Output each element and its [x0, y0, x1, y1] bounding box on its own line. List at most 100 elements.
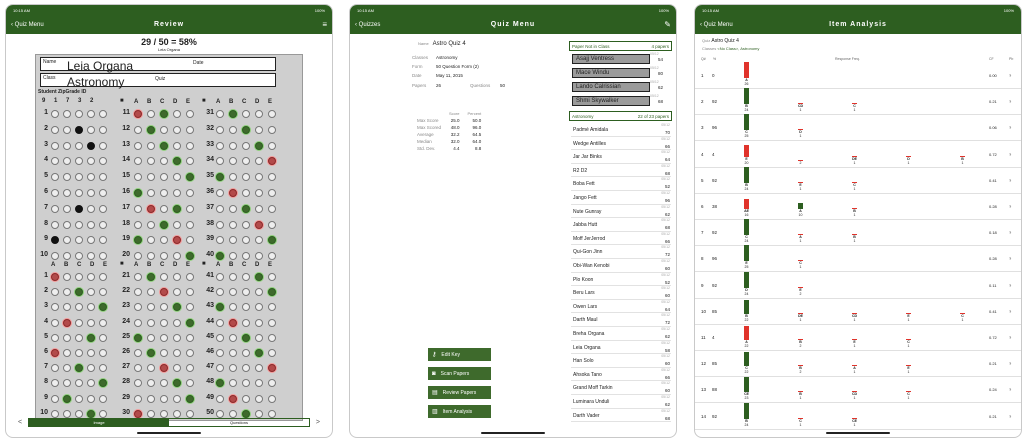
review-papers-button[interactable]: ▤ Review Papers: [428, 386, 491, 399]
guest-paper-button[interactable]: Asajj Ventress: [572, 54, 650, 64]
student-row[interactable]: Obi-Wan Kenobi 05/12 60: [571, 259, 671, 273]
response-count: 1: [853, 186, 856, 191]
bubble-column-header: D: [255, 99, 260, 105]
student-row[interactable]: Han Solo 05/12 60: [571, 354, 671, 368]
answer-bubble: [173, 349, 181, 357]
guest-date: 05/12: [650, 80, 659, 84]
student-name: Plo Koon: [573, 276, 594, 283]
answer-bubble: [216, 125, 224, 134]
student-row[interactable]: Breha Organa 05/12 62: [571, 327, 671, 341]
percent-correct: 92: [712, 282, 718, 288]
info-value: May 11, 2015: [436, 73, 463, 78]
not-in-class-header[interactable]: Paper Not in Class 4 papers: [569, 41, 672, 51]
answer-bubble: [63, 236, 71, 245]
item-row[interactable]: 11 4 A 22 B 2 E 1 C 1 0.72?: [695, 325, 1021, 351]
question-number: 34: [206, 156, 214, 164]
answer-bubble: [99, 173, 107, 182]
item-row[interactable]: 2 92 B 24 CD 1 C 1 0.21?: [695, 88, 1021, 116]
item-row[interactable]: 12 85 C 22 B 2 A 1 E 1 0.21?: [695, 351, 1021, 378]
answer-bubble: [216, 364, 224, 373]
answer-sheet-image[interactable]: Name Leia Organa Date Class Astronomy Qu…: [35, 54, 303, 421]
student-row[interactable]: Beru Lars 05/12 60: [571, 286, 671, 300]
student-row[interactable]: Nute Gunray 05/12 62: [571, 205, 671, 219]
back-button[interactable]: ‹ Quizzes: [355, 22, 407, 28]
item-row[interactable]: 14 92 B 24 C 1 CE 1 0.21?: [695, 402, 1021, 430]
student-row[interactable]: Leia Organa 05/12 58: [571, 341, 671, 355]
answer-bubble: [87, 318, 95, 327]
next-arrow[interactable]: >: [316, 419, 320, 426]
answer-bubble: [75, 379, 83, 388]
answer-bubble: [134, 252, 142, 261]
response-count: 1: [961, 160, 964, 165]
item-analysis-screen: 10:15 AM 100% ‹ Quiz Menu Item Analysis Q…: [694, 4, 1022, 438]
item-row[interactable]: 10 85 B 22 DE 1 CD 1 E 1 C 1 0.41?: [695, 299, 1021, 325]
back-button[interactable]: ‹ Quiz Menu: [700, 22, 752, 28]
segment-questions[interactable]: Questions: [169, 419, 309, 426]
bubble-column-header: A: [216, 99, 221, 105]
scan-papers-button[interactable]: ◙ Scan Papers: [428, 367, 491, 380]
percent-correct: 85: [712, 308, 718, 314]
id-digit: 9: [42, 98, 46, 104]
question-number: 2: [44, 287, 48, 295]
answer-bubble: [173, 379, 181, 388]
student-row[interactable]: Darth Maul 05/12 72: [571, 313, 671, 327]
student-row[interactable]: Owen Lars 05/12 64: [571, 300, 671, 314]
student-row[interactable]: Jango Fett 05/12 96: [571, 191, 671, 205]
pencil-icon[interactable]: ✎: [619, 20, 671, 29]
question-number: 24: [122, 317, 130, 325]
student-row[interactable]: Darth Vader 05/12 68: [571, 409, 671, 423]
pb-value: ?: [1009, 151, 1012, 157]
item-row[interactable]: 3 96 C 25 D 1 0.06?: [695, 114, 1021, 142]
item-analysis-button[interactable]: ▥ Item Analysis: [428, 405, 491, 418]
answer-bubble: [229, 379, 237, 388]
bubble-column-header: B: [229, 262, 234, 268]
back-button[interactable]: ‹ Quiz Menu: [11, 22, 63, 28]
item-row[interactable]: 6 38 AE 16 A 10 B 1 0.28?: [695, 194, 1021, 220]
item-row[interactable]: 13 88 CE 23 B 1 CD 1 C 1 0.24?: [695, 377, 1021, 404]
student-row[interactable]: Jar Jar Binks 05/12 64: [571, 150, 671, 164]
question-number: 43: [206, 302, 214, 310]
question-number: 13: [701, 387, 707, 393]
student-row[interactable]: Wedge Antilles 05/12 66: [571, 137, 671, 151]
item-row[interactable]: 9 92 D 24 E 2 0.11?: [695, 271, 1021, 299]
guest-paper-button[interactable]: Lando Calrissian: [572, 82, 650, 92]
student-row[interactable]: Boba Fett 05/12 52: [571, 177, 671, 191]
quiz-label: Quiz: [155, 76, 166, 82]
response-freq: E 25: [742, 245, 751, 269]
student-row[interactable]: Jabba Hutt 05/12 68: [571, 218, 671, 232]
student-row[interactable]: Moff JerJerrod 05/12 66: [571, 232, 671, 246]
student-row[interactable]: Qui-Gon Jinn 05/12 72: [571, 245, 671, 259]
item-row[interactable]: 5 92 B 24 E 1 C 1 0.41?: [695, 166, 1021, 194]
question-number: 50: [206, 408, 214, 416]
answer-bubble: [216, 273, 224, 281]
menu-icon[interactable]: ≡: [275, 20, 327, 29]
item-row[interactable]: 7 92 C 24 A 1 B 1 0.18?: [695, 219, 1021, 247]
item-row[interactable]: 1 0 A 26 0.00?: [695, 62, 1021, 89]
class-header[interactable]: Astronomy 22 of 23 papers: [569, 111, 672, 121]
answer-bubble: [51, 273, 59, 281]
papers-label: Papers: [412, 83, 427, 88]
edit-key-button[interactable]: ⚷ Edit Key: [428, 348, 491, 361]
class-label: Astronomy: [572, 113, 594, 119]
answer-bubble: [51, 125, 59, 134]
guest-paper-button[interactable]: Mace Windu: [572, 68, 650, 78]
student-row[interactable]: Grand Moff Tarkin 05/12 60: [571, 381, 671, 395]
answer-bubble: [242, 236, 250, 245]
response-count: 1: [853, 213, 856, 217]
answer-bubble: [229, 141, 237, 150]
answer-bubble: [229, 157, 237, 166]
student-row[interactable]: R2 D2 05/12 68: [571, 164, 671, 178]
prev-arrow[interactable]: <: [18, 419, 22, 426]
item-row[interactable]: 8 96 E 25 C 1 0.28?: [695, 245, 1021, 273]
student-row[interactable]: Ahsoka Tano 05/12 66: [571, 368, 671, 382]
answer-bubble: [99, 236, 107, 245]
segment-image[interactable]: Image: [29, 419, 169, 426]
student-row[interactable]: Plo Koon 05/12 52: [571, 273, 671, 287]
guest-paper-button[interactable]: Shmi Skywalker: [572, 96, 650, 106]
item-row[interactable]: 4 4 E 20 2 DE 1 D 1 B 1 0.72?: [695, 142, 1021, 168]
student-row[interactable]: Padmé Amidala 05/12 70: [571, 123, 671, 137]
answer-bubble: [229, 110, 237, 118]
answer-bubble: [147, 125, 155, 134]
bubble-column-header: B: [147, 99, 152, 105]
student-row[interactable]: Luminara Unduli 05/12 62: [571, 395, 671, 409]
